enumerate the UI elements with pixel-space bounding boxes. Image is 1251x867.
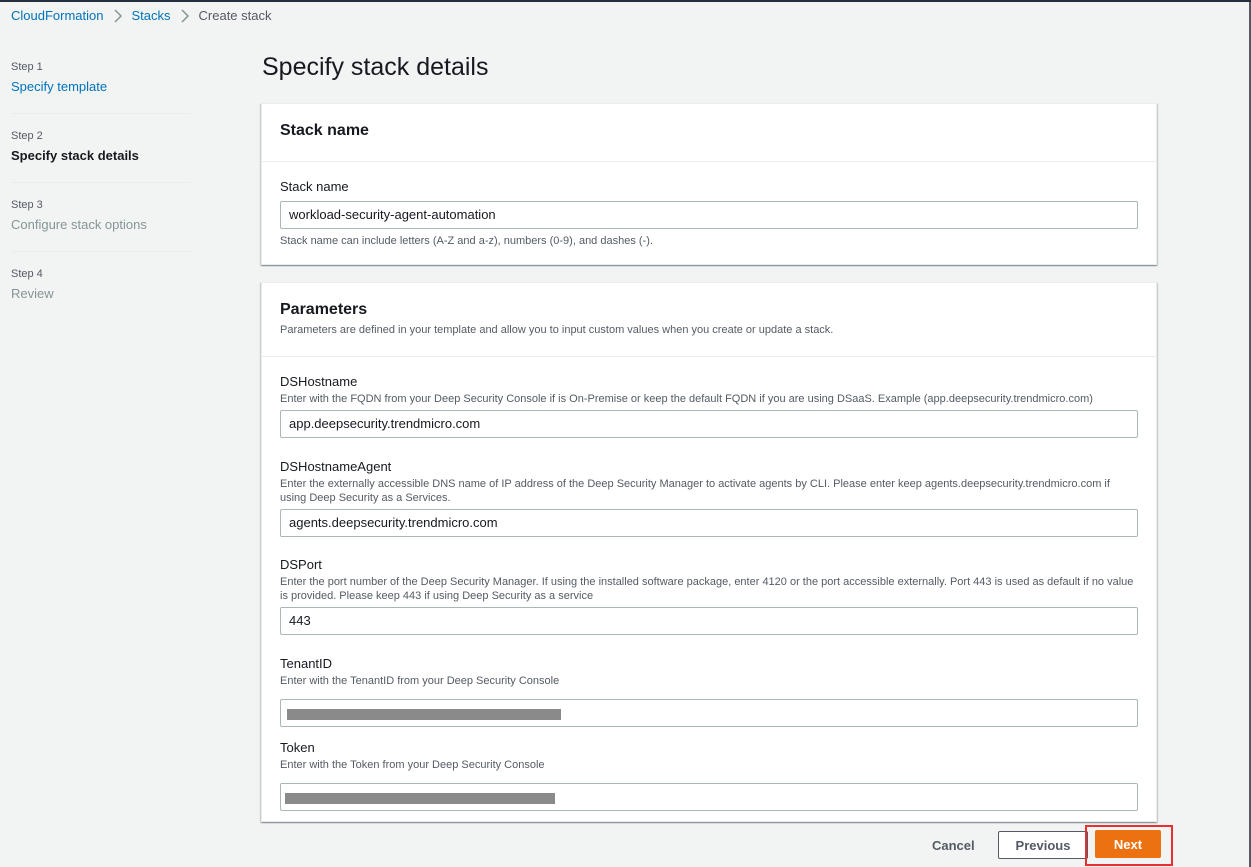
field-description: Enter with the TenantID from your Deep S… <box>280 675 560 687</box>
field-description: Enter the externally accessible DNS name… <box>280 478 1110 504</box>
dshostnameagent-field: DSHostnameAgent Enter the externally acc… <box>280 459 1138 537</box>
panel-title: Parameters <box>280 301 368 318</box>
panel-title: Stack name <box>280 122 369 139</box>
breadcrumb: CloudFormation Stacks Create stack <box>11 8 272 23</box>
field-description: Enter with the Token from your Deep Secu… <box>280 759 545 771</box>
panel-description: Parameters are defined in your template … <box>280 324 834 336</box>
field-label: DSHostname <box>280 374 358 389</box>
redacted-value <box>287 709 561 720</box>
step-number: Step 1 <box>11 61 43 73</box>
field-label: TenantID <box>280 656 333 671</box>
breadcrumb-cloudformation-link[interactable]: CloudFormation <box>11 8 104 23</box>
tenantid-input[interactable] <box>280 699 1138 727</box>
chevron-right-icon <box>113 8 123 23</box>
page-title: Specify stack details <box>262 53 489 81</box>
dsport-field: DSPort Enter the port number of the Deep… <box>280 557 1138 635</box>
step-number: Step 3 <box>11 199 43 211</box>
step-3: Step 3 Configure stack options <box>11 198 191 252</box>
step-configure-stack-options: Configure stack options <box>11 217 147 232</box>
previous-button[interactable]: Previous <box>998 831 1088 859</box>
panel-header: Stack name <box>262 104 1156 162</box>
step-1: Step 1 Specify template <box>11 60 191 114</box>
stack-name-field: Stack name workload-security-agent-autom… <box>280 179 1138 247</box>
field-label: DSPort <box>280 557 322 572</box>
field-description: Enter with the FQDN from your Deep Secur… <box>280 393 1093 405</box>
field-constraint: Stack name can include letters (A-Z and … <box>280 235 653 247</box>
dsport-input[interactable]: 443 <box>280 607 1138 635</box>
breadcrumb-stacks-link[interactable]: Stacks <box>132 8 171 23</box>
redacted-value <box>285 793 555 804</box>
stack-name-panel: Stack name Stack name workload-security-… <box>261 103 1157 265</box>
step-specify-template-link[interactable]: Specify template <box>11 77 191 96</box>
tenantid-field: TenantID Enter with the TenantID from yo… <box>280 656 1138 727</box>
step-number: Step 4 <box>11 268 43 280</box>
dshostname-input[interactable]: app.deepsecurity.trendmicro.com <box>280 410 1138 438</box>
field-description: Enter the port number of the Deep Securi… <box>280 576 1134 602</box>
breadcrumb-current: Create stack <box>198 8 272 23</box>
next-button[interactable]: Next <box>1095 830 1161 858</box>
step-2: Step 2 Specify stack details <box>11 129 191 183</box>
parameters-panel: Parameters Parameters are defined in you… <box>261 282 1157 822</box>
chevron-right-icon <box>180 8 190 23</box>
step-specify-stack-details: Specify stack details <box>11 148 139 163</box>
stack-name-input[interactable]: workload-security-agent-automation <box>280 201 1138 229</box>
step-review: Review <box>11 286 54 301</box>
token-input[interactable] <box>280 783 1138 811</box>
field-label: DSHostnameAgent <box>280 459 392 474</box>
step-4: Step 4 Review <box>11 267 191 320</box>
dshostnameagent-input[interactable]: agents.deepsecurity.trendmicro.com <box>280 509 1138 537</box>
step-number: Step 2 <box>11 130 43 142</box>
field-label: Token <box>280 740 315 755</box>
field-label: Stack name <box>280 179 349 194</box>
wizard-steps: Step 1 Specify template Step 2 Specify s… <box>11 60 191 335</box>
cancel-button[interactable]: Cancel <box>918 832 989 860</box>
dshostname-field: DSHostname Enter with the FQDN from your… <box>280 374 1138 438</box>
panel-header: Parameters Parameters are defined in you… <box>262 283 1156 357</box>
token-field: Token Enter with the Token from your Dee… <box>280 740 1138 811</box>
